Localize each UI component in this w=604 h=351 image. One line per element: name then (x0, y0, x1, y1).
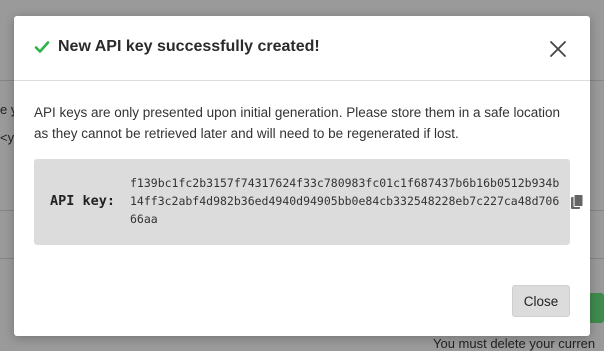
close-button[interactable]: Close (512, 285, 570, 317)
api-key-label: API key: (50, 193, 116, 209)
modal-header: New API key successfully created! (14, 16, 590, 81)
copy-icon[interactable] (570, 194, 584, 210)
api-key-box: API key: f139bc1fc2b3157f74317624f33c780… (34, 159, 570, 245)
background-text: You must delete your curren (433, 336, 596, 351)
modal-description: API keys are only presented upon initial… (34, 105, 561, 141)
api-key-modal: New API key successfully created! API ke… (14, 16, 590, 336)
modal-title: New API key successfully created! (58, 38, 320, 55)
check-icon (34, 41, 50, 53)
close-icon[interactable] (549, 40, 567, 58)
background-text: <y (0, 130, 15, 145)
api-key-value[interactable]: f139bc1fc2b3157f74317624f33c780983fc01c1… (130, 174, 560, 228)
